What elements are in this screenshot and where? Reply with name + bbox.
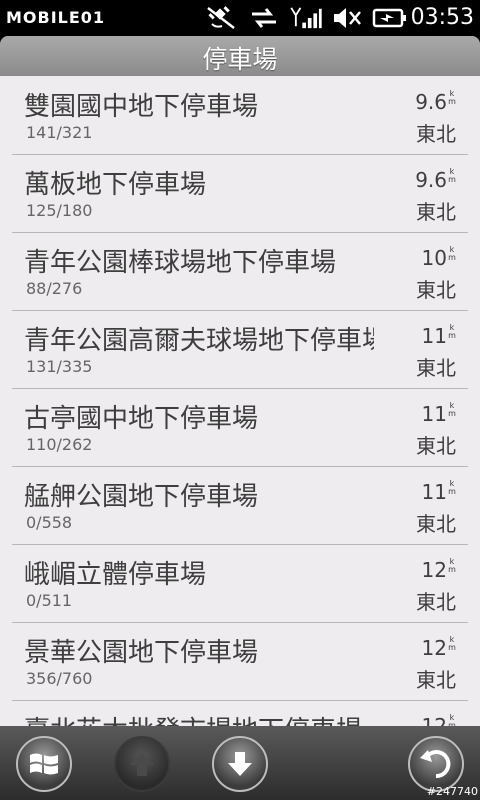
gps-off-icon[interactable] (206, 6, 236, 30)
distance: 11 k m (421, 401, 456, 427)
signal-icon[interactable] (288, 6, 324, 30)
list-item[interactable]: 古亭國中地下停車場 110/262 11 k m 東北 (12, 388, 468, 467)
distance-value: 12 (421, 558, 447, 582)
distance: 9.6 k m (415, 89, 456, 115)
parking-name: 景華公園地下停車場 (24, 638, 259, 668)
parking-name: 古亭國中地下停車場 (24, 404, 259, 434)
list-item[interactable]: 青年公園棒球場地下停車場 88/276 10 k m 東北 (12, 232, 468, 311)
clock[interactable]: 03:53 (411, 5, 474, 30)
list-item[interactable]: 峨嵋立體停車場 0/511 12 k m 東北 (12, 544, 468, 623)
arrow-down-icon (228, 752, 252, 776)
scroll-up-button[interactable] (114, 736, 170, 792)
distance-unit: km (448, 713, 456, 727)
battery-charging-icon[interactable] (372, 6, 408, 30)
list-item[interactable]: 萬板地下停車場 125/180 9.6 k m 東北 (12, 154, 468, 233)
parking-availability: 356/760 (26, 669, 93, 688)
direction: 東北 (416, 590, 456, 614)
parking-availability: 141/321 (26, 123, 93, 142)
parking-name: 艋舺公園地下停車場 (24, 482, 259, 512)
start-button[interactable] (16, 736, 72, 792)
list-item[interactable]: 雙園國中地下停車場 141/321 9.6 k m 東北 (12, 76, 468, 155)
parking-availability: 131/335 (26, 357, 93, 376)
parking-availability: 125/180 (26, 201, 93, 220)
list-item[interactable]: 景華公園地下停車場 356/760 12 k m 東北 (12, 622, 468, 701)
parking-availability: 0/511 (26, 591, 73, 610)
distance-unit: km (448, 401, 456, 418)
distance: 12 k m (421, 635, 456, 661)
windows-start-icon (30, 753, 58, 775)
distance: 12 k m (421, 557, 456, 583)
distance-value: 9.6 (415, 168, 447, 192)
arrow-up-icon (130, 752, 154, 776)
page-header: 停車場 (0, 36, 480, 76)
scroll-down-button[interactable] (212, 736, 268, 792)
parking-name: 青年公園高爾夫球場地下停車場 (24, 326, 374, 356)
back-icon (420, 750, 451, 779)
app-window: MOBILE01 03:53 停車場 雙園國中地下停車場 141/321 9.6… (0, 0, 480, 800)
distance-value: 12 (421, 714, 447, 726)
distance-value: 11 (421, 480, 447, 504)
distance-unit: km (448, 89, 456, 106)
back-button[interactable] (408, 736, 464, 792)
direction: 東北 (416, 122, 456, 146)
distance: 9.6 k m (415, 167, 456, 193)
distance-unit: km (448, 323, 456, 340)
parking-list[interactable]: 雙園國中地下停車場 141/321 9.6 k m 東北 萬板地下停車場 125/1… (0, 76, 480, 726)
watermark: #247740 (426, 785, 478, 798)
parking-availability: 88/276 (26, 279, 83, 298)
direction: 東北 (416, 356, 456, 380)
parking-availability: 110/262 (26, 435, 93, 454)
direction: 東北 (416, 668, 456, 692)
status-bar: MOBILE01 03:53 (0, 0, 480, 36)
list-item[interactable]: 艋舺公園地下停車場 0/558 11 k m 東北 (12, 466, 468, 545)
data-transfer-icon[interactable] (248, 6, 280, 30)
distance-value: 10 (421, 246, 447, 270)
direction: 東北 (416, 434, 456, 458)
page-title: 停車場 (202, 45, 278, 74)
distance-value: 11 (421, 402, 447, 426)
distance-unit: km (448, 245, 456, 262)
distance-unit: km (448, 635, 456, 652)
distance-unit: km (448, 167, 456, 184)
direction: 東北 (416, 512, 456, 536)
bottom-toolbar: #247740 (0, 726, 480, 800)
distance: 11 k m (421, 479, 456, 505)
parking-name: 峨嵋立體停車場 (24, 560, 207, 590)
parking-name: 臺北花木批發市場地下停車場 (24, 710, 374, 726)
direction: 東北 (416, 278, 456, 302)
distance-value: 9.6 (415, 90, 447, 114)
parking-availability: 0/558 (26, 513, 73, 532)
parking-name: 雙園國中地下停車場 (24, 92, 259, 122)
brand-logo: MOBILE01 (6, 8, 106, 27)
distance: 10 k m (421, 245, 456, 271)
distance-unit: km (448, 479, 456, 496)
parking-name: 萬板地下停車場 (24, 170, 207, 200)
distance: 12 k m (421, 713, 456, 727)
distance-value: 11 (421, 324, 447, 348)
distance-unit: km (448, 557, 456, 574)
distance-value: 12 (421, 636, 447, 660)
parking-name: 青年公園棒球場地下停車場 (24, 248, 337, 278)
list-item[interactable]: 臺北花木批發市場地下停車場 12km (12, 700, 468, 727)
direction: 東北 (416, 200, 456, 224)
list-item[interactable]: 青年公園高爾夫球場地下停車場 131/335 11 k m 東北 (12, 310, 468, 389)
volume-muted-icon[interactable] (332, 6, 364, 30)
distance: 11 k m (421, 323, 456, 349)
